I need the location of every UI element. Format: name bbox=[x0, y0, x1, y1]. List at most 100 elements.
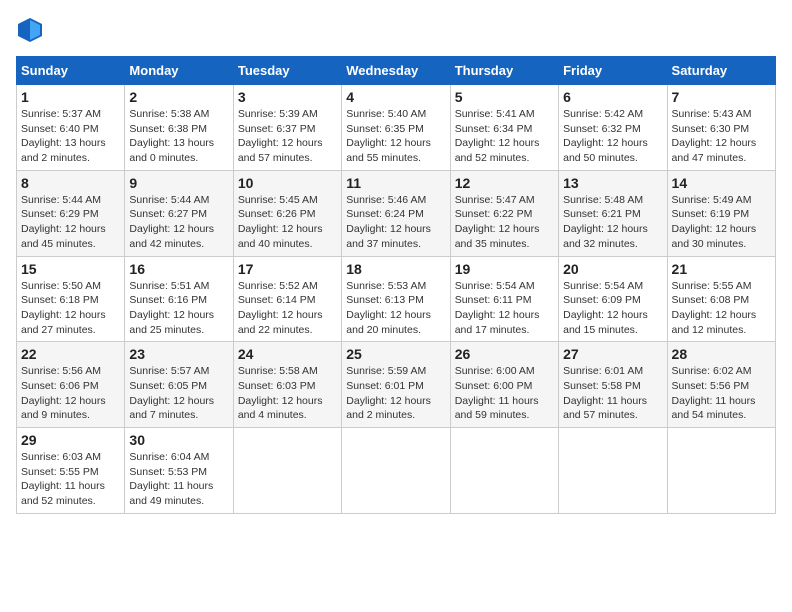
day-number: 18 bbox=[346, 261, 445, 277]
day-detail: Sunrise: 5:46 AMSunset: 6:24 PMDaylight:… bbox=[346, 193, 445, 252]
day-number: 10 bbox=[238, 175, 337, 191]
day-number: 13 bbox=[563, 175, 662, 191]
calendar-cell: 12 Sunrise: 5:47 AMSunset: 6:22 PMDayligh… bbox=[450, 170, 558, 256]
calendar-cell: 10Sunrise: 5:45 AMSunset: 6:26 PMDayligh… bbox=[233, 170, 341, 256]
day-detail: Sunrise: 5:44 AMSunset: 6:29 PMDaylight:… bbox=[21, 193, 120, 252]
calendar-week-4: 22 Sunrise: 5:56 AMSunset: 6:06 PMDayligh… bbox=[17, 342, 776, 428]
calendar-cell: 6 Sunrise: 5:42 AMSunset: 6:32 PMDaylight… bbox=[559, 85, 667, 171]
weekday-header-wednesday: Wednesday bbox=[342, 57, 450, 85]
day-detail: Sunrise: 5:56 AMSunset: 6:06 PMDaylight:… bbox=[21, 364, 120, 423]
day-detail: Sunrise: 5:41 AMSunset: 6:34 PMDaylight:… bbox=[455, 107, 554, 166]
day-number: 21 bbox=[672, 261, 771, 277]
day-number: 6 bbox=[563, 89, 662, 105]
day-number: 29 bbox=[21, 432, 120, 448]
day-number: 5 bbox=[455, 89, 554, 105]
weekday-header-saturday: Saturday bbox=[667, 57, 775, 85]
calendar-cell: 2 Sunrise: 5:38 AMSunset: 6:38 PMDaylight… bbox=[125, 85, 233, 171]
calendar-cell: 23Sunrise: 5:57 AMSunset: 6:05 PMDayligh… bbox=[125, 342, 233, 428]
day-number: 16 bbox=[129, 261, 228, 277]
weekday-header-monday: Monday bbox=[125, 57, 233, 85]
calendar-cell bbox=[667, 428, 775, 514]
logo bbox=[16, 16, 48, 44]
day-detail: Sunrise: 5:37 AMSunset: 6:40 PMDaylight:… bbox=[21, 107, 120, 166]
calendar-cell: 29 Sunrise: 6:03 AMSunset: 5:55 PMDayligh… bbox=[17, 428, 125, 514]
weekday-header-friday: Friday bbox=[559, 57, 667, 85]
calendar-cell: 5 Sunrise: 5:41 AMSunset: 6:34 PMDaylight… bbox=[450, 85, 558, 171]
day-detail: Sunrise: 5:52 AMSunset: 6:14 PMDaylight:… bbox=[238, 279, 337, 338]
day-detail: Sunrise: 5:47 AMSunset: 6:22 PMDaylight:… bbox=[455, 193, 554, 252]
calendar-cell bbox=[559, 428, 667, 514]
calendar-cell: 1 Sunrise: 5:37 AMSunset: 6:40 PMDaylight… bbox=[17, 85, 125, 171]
day-number: 24 bbox=[238, 346, 337, 362]
day-number: 14 bbox=[672, 175, 771, 191]
calendar-cell: 14 Sunrise: 5:49 AMSunset: 6:19 PMDayligh… bbox=[667, 170, 775, 256]
calendar-cell: 18 Sunrise: 5:53 AMSunset: 6:13 PMDayligh… bbox=[342, 256, 450, 342]
day-detail: Sunrise: 5:55 AMSunset: 6:08 PMDaylight:… bbox=[672, 279, 771, 338]
logo-icon bbox=[16, 16, 44, 44]
header bbox=[16, 16, 776, 44]
day-detail: Sunrise: 5:59 AMSunset: 6:01 PMDaylight:… bbox=[346, 364, 445, 423]
weekday-header-row: SundayMondayTuesdayWednesdayThursdayFrid… bbox=[17, 57, 776, 85]
calendar-cell: 21 Sunrise: 5:55 AMSunset: 6:08 PMDayligh… bbox=[667, 256, 775, 342]
day-number: 12 bbox=[455, 175, 554, 191]
calendar-cell: 8 Sunrise: 5:44 AMSunset: 6:29 PMDaylight… bbox=[17, 170, 125, 256]
calendar-cell: 17 Sunrise: 5:52 AMSunset: 6:14 PMDayligh… bbox=[233, 256, 341, 342]
calendar-cell: 30 Sunrise: 6:04 AMSunset: 5:53 PMDayligh… bbox=[125, 428, 233, 514]
day-number: 17 bbox=[238, 261, 337, 277]
day-detail: Sunrise: 5:38 AMSunset: 6:38 PMDaylight:… bbox=[129, 107, 228, 166]
day-number: 19 bbox=[455, 261, 554, 277]
calendar-cell: 26 Sunrise: 6:00 AMSunset: 6:00 PMDayligh… bbox=[450, 342, 558, 428]
day-number: 15 bbox=[21, 261, 120, 277]
calendar-cell bbox=[342, 428, 450, 514]
day-detail: Sunrise: 6:02 AMSunset: 5:56 PMDaylight:… bbox=[672, 364, 771, 423]
day-detail: Sunrise: 5:53 AMSunset: 6:13 PMDaylight:… bbox=[346, 279, 445, 338]
day-number: 9 bbox=[129, 175, 228, 191]
calendar-cell: 19Sunrise: 5:54 AMSunset: 6:11 PMDayligh… bbox=[450, 256, 558, 342]
day-number: 25 bbox=[346, 346, 445, 362]
weekday-header-thursday: Thursday bbox=[450, 57, 558, 85]
weekday-header-tuesday: Tuesday bbox=[233, 57, 341, 85]
calendar-cell bbox=[450, 428, 558, 514]
calendar-cell: 3Sunrise: 5:39 AMSunset: 6:37 PMDaylight… bbox=[233, 85, 341, 171]
calendar-week-1: 1 Sunrise: 5:37 AMSunset: 6:40 PMDaylight… bbox=[17, 85, 776, 171]
calendar-table: SundayMondayTuesdayWednesdayThursdayFrid… bbox=[16, 56, 776, 514]
day-detail: Sunrise: 5:54 AMSunset: 6:09 PMDaylight:… bbox=[563, 279, 662, 338]
day-number: 8 bbox=[21, 175, 120, 191]
day-detail: Sunrise: 6:04 AMSunset: 5:53 PMDaylight:… bbox=[129, 450, 228, 509]
calendar-cell: 11 Sunrise: 5:46 AMSunset: 6:24 PMDayligh… bbox=[342, 170, 450, 256]
day-detail: Sunrise: 5:50 AMSunset: 6:18 PMDaylight:… bbox=[21, 279, 120, 338]
day-detail: Sunrise: 5:58 AMSunset: 6:03 PMDaylight:… bbox=[238, 364, 337, 423]
day-number: 1 bbox=[21, 89, 120, 105]
day-detail: Sunrise: 5:51 AMSunset: 6:16 PMDaylight:… bbox=[129, 279, 228, 338]
day-detail: Sunrise: 5:49 AMSunset: 6:19 PMDaylight:… bbox=[672, 193, 771, 252]
calendar-cell: 27Sunrise: 6:01 AMSunset: 5:58 PMDayligh… bbox=[559, 342, 667, 428]
calendar-cell: 13 Sunrise: 5:48 AMSunset: 6:21 PMDayligh… bbox=[559, 170, 667, 256]
calendar-cell: 9 Sunrise: 5:44 AMSunset: 6:27 PMDaylight… bbox=[125, 170, 233, 256]
day-number: 2 bbox=[129, 89, 228, 105]
day-detail: Sunrise: 5:57 AMSunset: 6:05 PMDaylight:… bbox=[129, 364, 228, 423]
day-number: 7 bbox=[672, 89, 771, 105]
day-detail: Sunrise: 5:42 AMSunset: 6:32 PMDaylight:… bbox=[563, 107, 662, 166]
calendar-cell: 4 Sunrise: 5:40 AMSunset: 6:35 PMDaylight… bbox=[342, 85, 450, 171]
calendar-cell: 24 Sunrise: 5:58 AMSunset: 6:03 PMDayligh… bbox=[233, 342, 341, 428]
day-number: 22 bbox=[21, 346, 120, 362]
day-number: 30 bbox=[129, 432, 228, 448]
day-detail: Sunrise: 6:00 AMSunset: 6:00 PMDaylight:… bbox=[455, 364, 554, 423]
day-detail: Sunrise: 6:03 AMSunset: 5:55 PMDaylight:… bbox=[21, 450, 120, 509]
calendar-body: 1 Sunrise: 5:37 AMSunset: 6:40 PMDaylight… bbox=[17, 85, 776, 514]
calendar-cell: 22 Sunrise: 5:56 AMSunset: 6:06 PMDayligh… bbox=[17, 342, 125, 428]
day-number: 11 bbox=[346, 175, 445, 191]
calendar-cell: 7Sunrise: 5:43 AMSunset: 6:30 PMDaylight… bbox=[667, 85, 775, 171]
calendar-cell: 20Sunrise: 5:54 AMSunset: 6:09 PMDayligh… bbox=[559, 256, 667, 342]
day-detail: Sunrise: 5:40 AMSunset: 6:35 PMDaylight:… bbox=[346, 107, 445, 166]
day-detail: Sunrise: 5:44 AMSunset: 6:27 PMDaylight:… bbox=[129, 193, 228, 252]
calendar-cell: 28 Sunrise: 6:02 AMSunset: 5:56 PMDayligh… bbox=[667, 342, 775, 428]
calendar-week-3: 15 Sunrise: 5:50 AMSunset: 6:18 PMDayligh… bbox=[17, 256, 776, 342]
calendar-week-2: 8 Sunrise: 5:44 AMSunset: 6:29 PMDaylight… bbox=[17, 170, 776, 256]
day-number: 4 bbox=[346, 89, 445, 105]
calendar-cell bbox=[233, 428, 341, 514]
day-number: 28 bbox=[672, 346, 771, 362]
day-detail: Sunrise: 5:48 AMSunset: 6:21 PMDaylight:… bbox=[563, 193, 662, 252]
day-number: 26 bbox=[455, 346, 554, 362]
day-detail: Sunrise: 5:39 AMSunset: 6:37 PMDaylight:… bbox=[238, 107, 337, 166]
